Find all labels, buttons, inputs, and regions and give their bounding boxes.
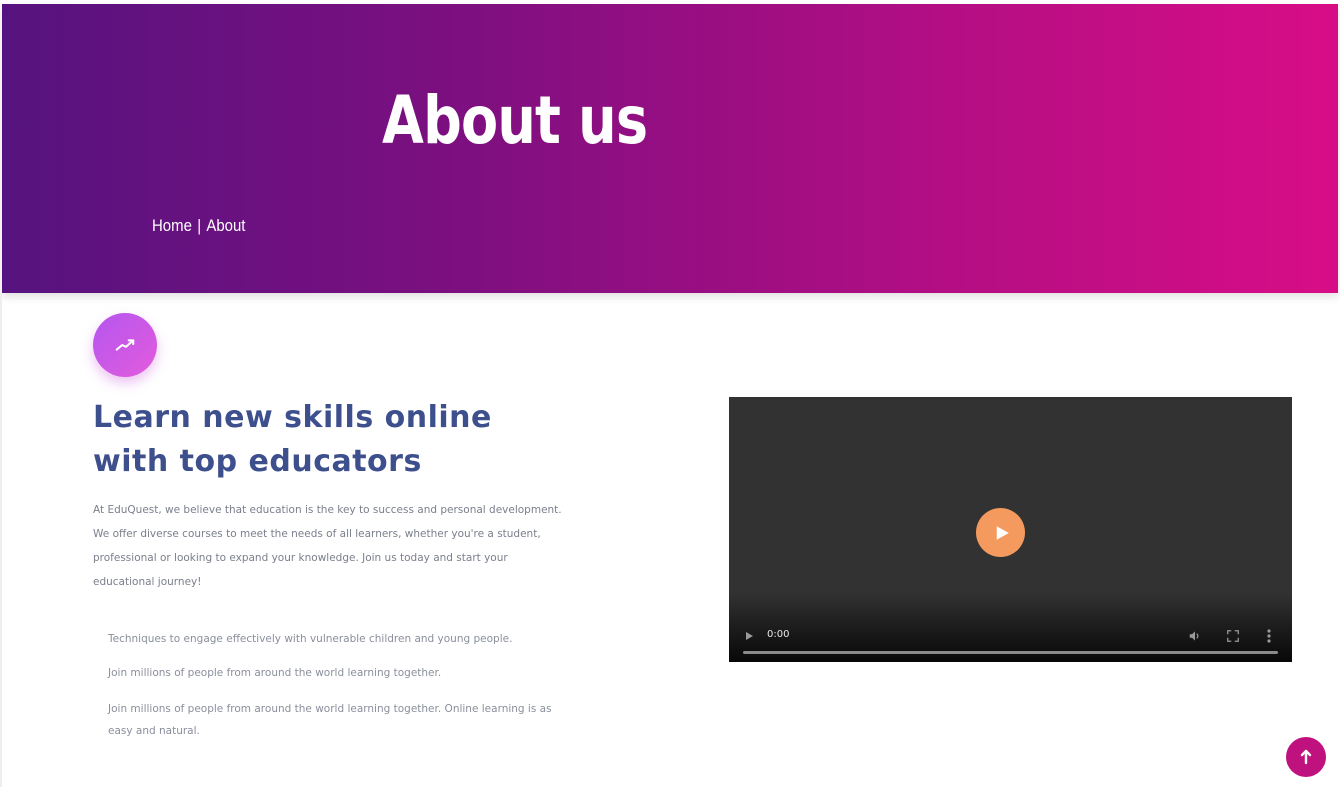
trend-up-icon xyxy=(93,313,157,377)
breadcrumb-separator: | xyxy=(197,216,202,235)
page-left-border xyxy=(0,293,2,787)
video-controls: 0:00 xyxy=(729,612,1292,662)
list-item: Join millions of people from around the … xyxy=(108,703,552,737)
breadcrumb: Home | About xyxy=(152,216,245,236)
page-hero: About us Home | About xyxy=(2,4,1338,293)
play-button[interactable] xyxy=(976,508,1025,557)
play-icon[interactable] xyxy=(743,630,755,642)
scroll-to-top-button[interactable] xyxy=(1286,737,1326,777)
more-options-icon[interactable] xyxy=(1265,628,1273,644)
section-heading: Learn new skills online with top educato… xyxy=(93,400,492,479)
breadcrumb-current: About xyxy=(206,216,246,235)
play-icon xyxy=(996,525,1009,540)
feature-list: Techniques to engage effectively with vu… xyxy=(108,628,568,754)
fullscreen-icon[interactable] xyxy=(1226,629,1240,643)
list-item: Join millions of people from around the … xyxy=(108,667,442,679)
video-player[interactable]: 0:00 xyxy=(729,397,1292,662)
list-item: Techniques to engage effectively with vu… xyxy=(108,633,513,645)
breadcrumb-home-link[interactable]: Home xyxy=(152,216,192,236)
video-time: 0:00 xyxy=(767,629,790,640)
volume-icon[interactable] xyxy=(1188,629,1202,643)
intro-paragraph: At EduQuest, we believe that education i… xyxy=(93,504,562,588)
arrow-up-icon xyxy=(1300,749,1312,765)
page-title: About us xyxy=(382,82,648,159)
video-progress-bar[interactable] xyxy=(743,651,1278,654)
